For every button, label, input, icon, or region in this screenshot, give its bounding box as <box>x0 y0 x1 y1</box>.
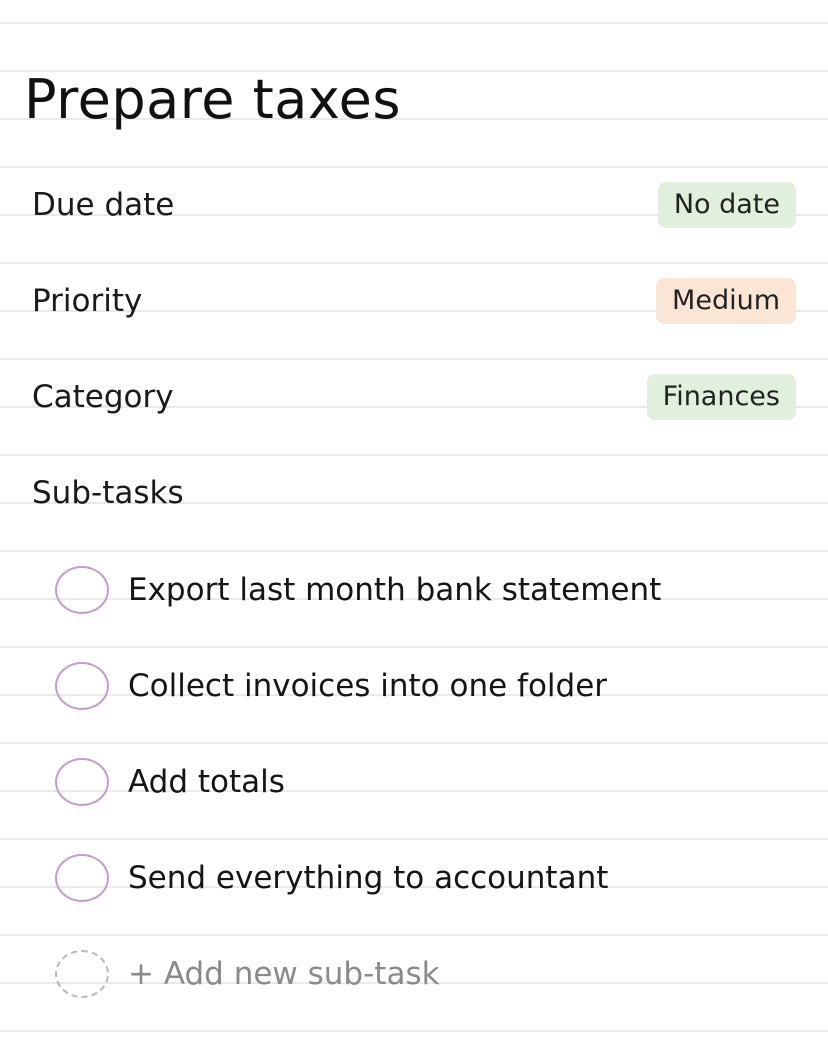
subtask-item: Export last month bank statement <box>0 562 828 622</box>
subtasks-heading-row: Sub-tasks <box>0 463 828 523</box>
due-date-row[interactable]: Due date No date <box>0 175 828 235</box>
add-subtask-row[interactable]: + Add new sub-task <box>0 946 828 1006</box>
add-subtask-circle-icon <box>55 950 109 998</box>
subtask-label[interactable]: Collect invoices into one folder <box>128 658 607 714</box>
subtasks-heading: Sub-tasks <box>32 475 184 511</box>
page-title[interactable]: Prepare taxes <box>24 64 401 136</box>
subtask-checkbox[interactable] <box>55 854 109 902</box>
subtask-label[interactable]: Add totals <box>128 754 285 810</box>
subtask-item: Send everything to accountant <box>0 850 828 910</box>
subtask-checkbox[interactable] <box>55 758 109 806</box>
priority-label: Priority <box>32 283 143 319</box>
subtask-item: Add totals <box>0 754 828 814</box>
subtask-item: Collect invoices into one folder <box>0 658 828 718</box>
add-subtask-button[interactable]: + Add new sub-task <box>128 946 440 1002</box>
category-label: Category <box>32 379 174 415</box>
subtask-checkbox[interactable] <box>55 566 109 614</box>
priority-value-pill[interactable]: Medium <box>656 278 796 324</box>
priority-row[interactable]: Priority Medium <box>0 271 828 331</box>
subtask-label[interactable]: Export last month bank statement <box>128 562 661 618</box>
category-value-pill[interactable]: Finances <box>646 374 796 420</box>
subtask-checkbox[interactable] <box>55 662 109 710</box>
due-date-label: Due date <box>32 187 175 223</box>
due-date-value-pill[interactable]: No date <box>657 182 796 228</box>
category-row[interactable]: Category Finances <box>0 367 828 427</box>
subtask-label[interactable]: Send everything to accountant <box>128 850 608 906</box>
